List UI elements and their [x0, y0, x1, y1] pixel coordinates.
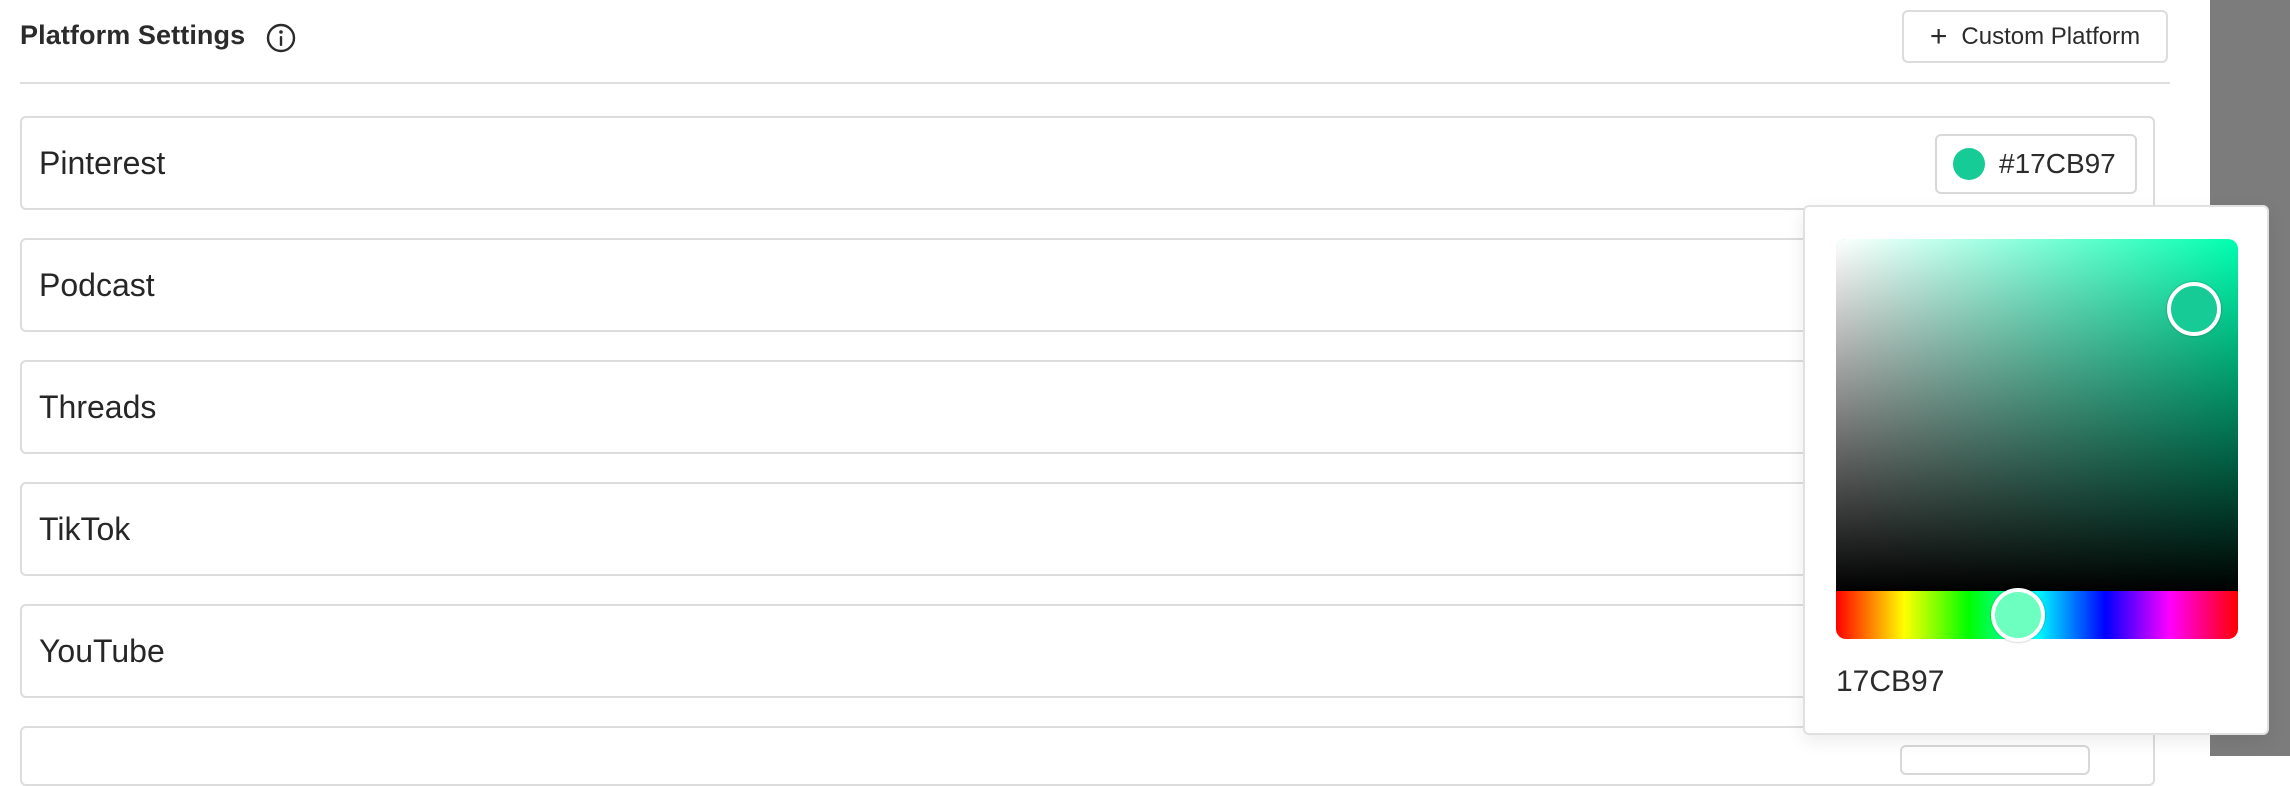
- color-picker-popover: [1803, 205, 2269, 735]
- color-swatch: [1953, 148, 1985, 180]
- color-select-button[interactable]: #17CB97: [1935, 134, 2137, 194]
- platform-row-pinterest: Pinterest: [20, 116, 2155, 210]
- color-hex-label: #17CB97: [1999, 148, 2116, 179]
- saturation-value-handle[interactable]: [2166, 282, 2221, 337]
- platform-name: Pinterest: [39, 145, 166, 181]
- hex-input[interactable]: [1836, 657, 2136, 707]
- custom-platform-button[interactable]: + Custom Platform: [1902, 10, 2168, 63]
- page-title: Platform Settings: [20, 20, 246, 50]
- platform-row-partial: [20, 726, 2155, 786]
- platform-name: Threads: [39, 389, 157, 425]
- header-divider: [20, 82, 2170, 84]
- platform-name: TikTok: [39, 511, 131, 547]
- plus-icon: +: [1929, 19, 1948, 53]
- hue-handle[interactable]: [1991, 588, 2046, 642]
- custom-platform-label: Custom Platform: [1961, 22, 2141, 50]
- platform-name: YouTube: [39, 633, 165, 669]
- platform-name: Podcast: [39, 267, 155, 303]
- info-circle-icon[interactable]: [265, 22, 297, 54]
- color-button-partial[interactable]: [1900, 745, 2090, 775]
- saturation-value-area[interactable]: [1836, 239, 2238, 591]
- hue-slider[interactable]: [1836, 588, 2238, 642]
